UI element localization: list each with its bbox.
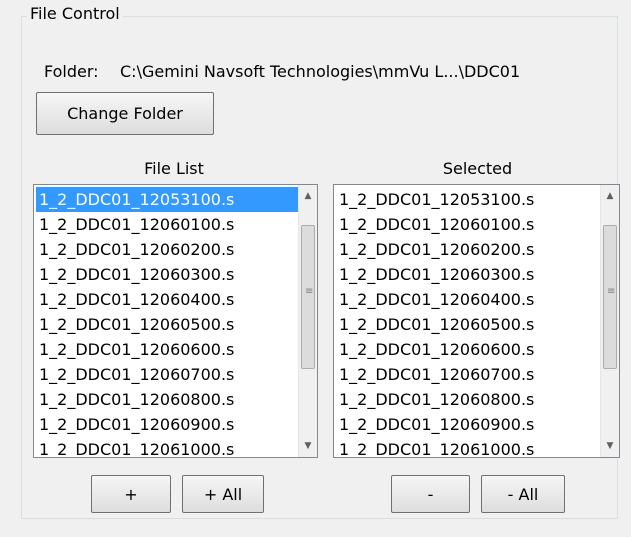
list-item[interactable]: 1_2_DDC01_12060800.s	[336, 387, 600, 412]
file-list-items: 1_2_DDC01_12053100.s 1_2_DDC01_12060100.s…	[36, 187, 298, 457]
list-item[interactable]: 1_2_DDC01_12060600.s	[36, 337, 298, 362]
grip-icon: ≡	[607, 286, 616, 297]
list-item[interactable]: 1_2_DDC01_12060500.s	[336, 312, 600, 337]
file-list-scrollbar[interactable]: ▲ ≡ ▼	[298, 185, 317, 457]
list-item[interactable]: 1_2_DDC01_12060800.s	[36, 387, 298, 412]
list-item[interactable]: 1_2_DDC01_12060200.s	[36, 237, 298, 262]
list-item[interactable]: 1_2_DDC01_12060700.s	[36, 362, 298, 387]
group-title: File Control	[27, 3, 123, 25]
folder-label: Folder:	[44, 62, 99, 81]
folder-path: C:\Gemini Navsoft Technologies\mmVu L...…	[120, 62, 521, 81]
list-item[interactable]: 1_2_DDC01_12060100.s	[336, 212, 600, 237]
add-all-button[interactable]: + All	[182, 475, 264, 513]
add-button[interactable]: +	[91, 475, 171, 513]
scroll-down-arrow-icon[interactable]: ▼	[299, 437, 317, 455]
list-item[interactable]: 1_2_DDC01_12060400.s	[336, 287, 600, 312]
scroll-thumb[interactable]: ≡	[301, 225, 315, 369]
list-item[interactable]: 1_2_DDC01_12060600.s	[336, 337, 600, 362]
remove-button[interactable]: -	[391, 475, 470, 513]
scroll-thumb[interactable]: ≡	[603, 225, 617, 369]
list-item[interactable]: 1_2_DDC01_12053100.s	[36, 187, 298, 212]
scroll-up-arrow-icon[interactable]: ▲	[299, 187, 317, 205]
list-item[interactable]: 1_2_DDC01_12060300.s	[36, 262, 298, 287]
change-folder-button[interactable]: Change Folder	[36, 92, 214, 135]
list-item[interactable]: 1_2_DDC01_12060100.s	[36, 212, 298, 237]
scroll-down-arrow-icon[interactable]: ▼	[601, 437, 619, 455]
selected-listbox[interactable]: 1_2_DDC01_12053100.s 1_2_DDC01_12060100.s…	[333, 184, 620, 458]
selected-list-scrollbar[interactable]: ▲ ≡ ▼	[600, 185, 619, 457]
file-control-panel: File Control Folder: C:\Gemini Navsoft T…	[0, 0, 631, 537]
list-item[interactable]: 1_2_DDC01_12060500.s	[36, 312, 298, 337]
list-item[interactable]: 1_2_DDC01_12061000.s	[336, 437, 600, 457]
list-item[interactable]: 1_2_DDC01_12060400.s	[36, 287, 298, 312]
list-item[interactable]: 1_2_DDC01_12060300.s	[336, 262, 600, 287]
remove-all-button[interactable]: - All	[481, 475, 565, 513]
list-item[interactable]: 1_2_DDC01_12060900.s	[336, 412, 600, 437]
list-item[interactable]: 1_2_DDC01_12061000.s	[36, 437, 298, 457]
file-listbox[interactable]: 1_2_DDC01_12053100.s 1_2_DDC01_12060100.s…	[33, 184, 318, 458]
scroll-up-arrow-icon[interactable]: ▲	[601, 187, 619, 205]
selected-list-items: 1_2_DDC01_12053100.s 1_2_DDC01_12060100.s…	[336, 187, 600, 457]
grip-icon: ≡	[305, 286, 314, 297]
list-item[interactable]: 1_2_DDC01_12053100.s	[336, 187, 600, 212]
list-item[interactable]: 1_2_DDC01_12060700.s	[336, 362, 600, 387]
file-list-title: File List	[144, 159, 204, 178]
list-item[interactable]: 1_2_DDC01_12060900.s	[36, 412, 298, 437]
selected-list-title: Selected	[442, 159, 513, 178]
list-item[interactable]: 1_2_DDC01_12060200.s	[336, 237, 600, 262]
